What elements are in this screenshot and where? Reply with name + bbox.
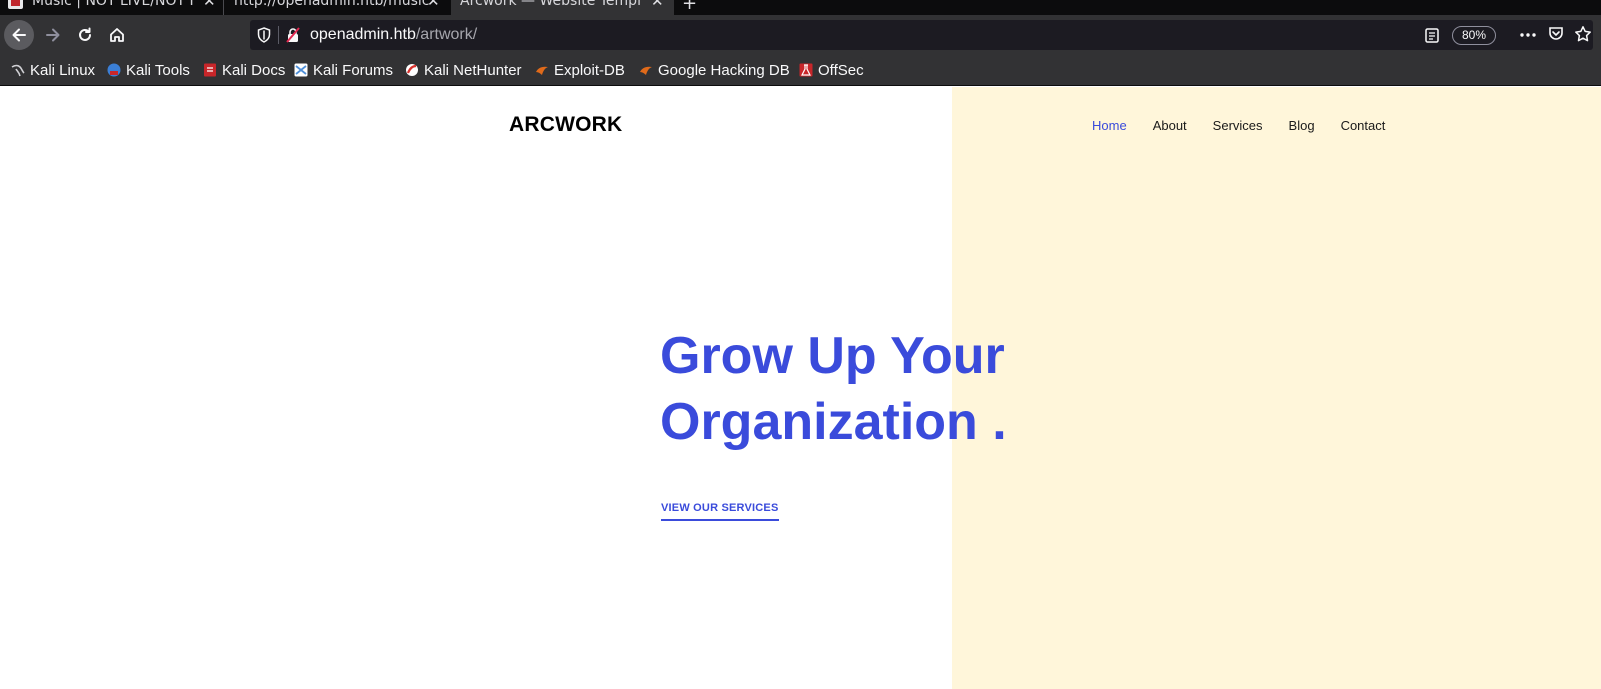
- url-host: openadmin.htb: [310, 26, 416, 43]
- kali-tools-icon: [107, 63, 121, 77]
- bookmark-kali-linux[interactable]: Kali Linux: [11, 60, 95, 80]
- bookmark-label: Google Hacking DB: [658, 61, 790, 79]
- hero-heading: Grow Up Your Organization .: [660, 323, 1007, 455]
- bookmark-exploit-db[interactable]: Exploit-DB: [535, 60, 625, 80]
- nav-home[interactable]: Home: [1092, 118, 1127, 133]
- nav-about[interactable]: About: [1153, 118, 1187, 133]
- offsec-flask-icon: [799, 63, 813, 77]
- tab-title: Music | NOT LIVE/NOT F: [32, 0, 198, 9]
- reload-icon: [79, 27, 91, 41]
- home-button[interactable]: [102, 20, 132, 50]
- close-tab-icon[interactable]: ✕: [203, 0, 216, 9]
- nav-blog[interactable]: Blog: [1289, 118, 1315, 133]
- music-favicon-icon: [8, 0, 23, 9]
- bookmark-kali-tools[interactable]: Kali Tools: [107, 60, 190, 80]
- nav-contact[interactable]: Contact: [1341, 118, 1386, 133]
- forward-button[interactable]: [38, 20, 68, 50]
- exploit-db-icon: [536, 66, 548, 75]
- site-logo[interactable]: ARCWORK: [509, 113, 622, 137]
- star-bookmark-icon[interactable]: [1574, 25, 1592, 43]
- url-divider: [278, 26, 279, 44]
- bookmarks-toolbar: Kali Linux Kali Tools Kali Docs Kali For…: [0, 55, 1601, 86]
- more-dots-icon[interactable]: [1520, 33, 1536, 37]
- bookmark-label: Kali Forums: [313, 61, 394, 79]
- kali-forums-icon: [294, 63, 308, 77]
- pocket-icon[interactable]: [1548, 26, 1564, 42]
- bookmark-label: Kali Docs: [222, 61, 286, 79]
- insecure-lock-icon[interactable]: [286, 27, 300, 43]
- tab-arcwork[interactable]: Arcwork — Website Templ ✕: [451, 0, 674, 15]
- bookmark-label: OffSec: [818, 61, 864, 79]
- url-bar[interactable]: openadmin.htb/artwork/ 80%: [250, 20, 1593, 50]
- tab-title: http://openadmin.htb/music: [234, 0, 430, 9]
- shield-icon[interactable]: [257, 27, 271, 43]
- bookmark-label: Kali Tools: [126, 61, 190, 79]
- bookmark-kali-forums[interactable]: Kali Forums: [294, 60, 393, 80]
- kali-nethunter-icon: [406, 64, 418, 76]
- url-text: openadmin.htb/artwork/: [310, 24, 477, 45]
- kali-docs-icon: [204, 63, 216, 77]
- tab-music-url[interactable]: http://openadmin.htb/music ✕: [224, 0, 450, 15]
- bookmark-label: Exploit-DB: [554, 61, 625, 79]
- bookmark-offsec[interactable]: OffSec: [799, 60, 864, 80]
- web-page: ARCWORK Home About Services Blog Contact…: [0, 87, 1601, 689]
- view-services-link[interactable]: VIEW OUR SERVICES: [661, 502, 779, 521]
- reader-view-icon[interactable]: [1425, 28, 1439, 43]
- close-tab-icon[interactable]: ✕: [651, 0, 664, 9]
- bookmark-google-hacking-db[interactable]: Google Hacking DB: [639, 60, 790, 80]
- new-tab-button[interactable]: +: [682, 0, 697, 14]
- hero-background-panel: [952, 87, 1601, 689]
- bookmark-label: Kali Linux: [30, 61, 96, 79]
- tab-music[interactable]: Music | NOT LIVE/NOT F ✕: [0, 0, 222, 15]
- tab-strip: Music | NOT LIVE/NOT F ✕ http://openadmi…: [0, 0, 1601, 15]
- back-button[interactable]: [4, 20, 34, 50]
- bookmark-label: Kali NetHunter: [424, 61, 522, 79]
- zoom-level-badge[interactable]: 80%: [1452, 26, 1496, 45]
- home-icon: [110, 28, 124, 42]
- bookmark-kali-nethunter[interactable]: Kali NetHunter: [405, 60, 522, 80]
- hero-heading-line-1: Grow Up Your: [660, 327, 1005, 385]
- tab-title: Arcwork — Website Templ: [460, 0, 641, 9]
- navigation-toolbar: openadmin.htb/artwork/ 80%: [0, 15, 1601, 55]
- reload-button[interactable]: [70, 20, 100, 50]
- hero-heading-line-2: Organization .: [660, 393, 1007, 451]
- kali-dragon-icon: [11, 64, 25, 77]
- close-tab-icon[interactable]: ✕: [427, 0, 440, 9]
- nav-services[interactable]: Services: [1213, 118, 1263, 133]
- ghdb-icon: [640, 66, 652, 75]
- bookmark-kali-docs[interactable]: Kali Docs: [203, 60, 285, 80]
- forward-arrow-icon: [46, 28, 60, 42]
- back-arrow-icon: [12, 28, 26, 42]
- url-path: /artwork/: [415, 26, 478, 43]
- site-navigation: Home About Services Blog Contact: [1092, 118, 1411, 133]
